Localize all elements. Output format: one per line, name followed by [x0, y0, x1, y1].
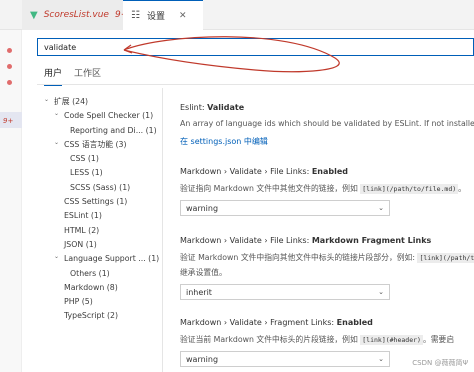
description-text: 验证当前 Markdown 文件中标头的片段链接，例如 — [180, 335, 361, 344]
setting-markdown-fragment-links: Markdown › Validate › File Links: Markdo… — [180, 236, 474, 300]
setting-category: Markdown › Validate › File Links: — [180, 236, 312, 245]
modified-dot-icon — [7, 80, 12, 85]
tab-settings[interactable]: ☷ 设置 ✕ — [123, 0, 203, 30]
toc-item[interactable]: Markdown (8) — [40, 281, 160, 295]
toc-item[interactable]: ESLint (1) — [40, 209, 160, 223]
fragment-links-select[interactable]: inherit ⌄ — [180, 284, 390, 300]
toc-item[interactable]: PHP (5) — [40, 295, 160, 309]
settings-search-box[interactable] — [37, 38, 474, 56]
toc-item[interactable]: ⌄ Language Support ... (1) — [40, 252, 160, 266]
toc-item-label: Others (1) — [70, 268, 110, 278]
select-value: warning — [186, 354, 219, 364]
setting-description: 验证当前 Markdown 文件中标头的片段链接，例如 [link](#head… — [180, 334, 454, 345]
description-text: 。 — [458, 184, 466, 193]
chevron-down-icon[interactable]: ⌄ — [54, 107, 59, 121]
setting-category: Markdown › Validate › Fragment Links: — [180, 318, 337, 327]
toc-item[interactable]: TypeScript (2) — [40, 309, 160, 323]
setting-description: 验证指向 Markdown 文件中其他文件的链接，例如 [link](/path… — [180, 183, 466, 194]
chevron-down-icon: ⌄ — [378, 355, 384, 363]
modified-dot-icon — [7, 64, 12, 69]
setting-title: Eslint: Validate — [180, 103, 474, 112]
fragment-links-enabled-select[interactable]: warning ⌄ — [180, 351, 390, 367]
setting-description: 验证 Markdown 文件中指向其他文件中标头的链接片段部分，例如: [lin… — [180, 252, 474, 263]
toc-item-label: Reporting and Di... (1) — [70, 125, 157, 135]
file-links-enabled-select[interactable]: warning ⌄ — [180, 200, 390, 216]
setting-description-line2: 继承设置值。 — [180, 268, 227, 277]
toc-item[interactable]: Others (1) — [40, 267, 160, 281]
toc-item[interactable]: ⌄ Code Spell Checker (1) — [40, 109, 160, 123]
modified-dot-icon — [7, 48, 12, 53]
close-icon[interactable]: ✕ — [179, 11, 187, 21]
toc-item-label: Markdown (8) — [64, 282, 118, 292]
toc-item-label: Code Spell Checker (1) — [64, 111, 154, 121]
divider — [37, 84, 474, 85]
description-text: 验证 Markdown 文件中指向其他文件中标头的链接片段部分，例如: — [180, 253, 418, 262]
toc-item-label: PHP (5) — [64, 297, 93, 307]
toc-item-label: Language Support ... (1) — [64, 254, 160, 264]
tab-scoreslist-vue[interactable]: ▼ ScoresList.vue 9+ — [22, 0, 128, 30]
settings-icon: ☷ — [131, 10, 140, 21]
problems-badge: 9+ — [3, 117, 14, 125]
description-text: 。需要启 — [422, 335, 455, 344]
setting-category: Markdown › Validate › File Links: — [180, 167, 312, 176]
chevron-down-icon[interactable]: ⌄ — [44, 93, 49, 107]
select-value: inherit — [186, 287, 212, 297]
toc-item-label: CSS 语言功能 (3) — [64, 139, 127, 149]
toc-item[interactable]: LESS (1) — [40, 166, 160, 180]
chevron-down-icon[interactable]: ⌄ — [54, 136, 59, 150]
tab-user[interactable]: 用户 — [44, 66, 63, 86]
toc-item-label: CSS (1) — [70, 154, 99, 164]
setting-title: Markdown › Validate › File Links: Enable… — [180, 167, 466, 176]
toc-item[interactable]: HTML (2) — [40, 224, 160, 238]
description-text: 验证指向 Markdown 文件中其他文件的链接，例如 — [180, 184, 361, 193]
toc-item[interactable]: CSS Settings (1) — [40, 195, 160, 209]
select-value: warning — [186, 203, 219, 213]
toc-item[interactable]: ⌄ CSS 语言功能 (3) — [40, 138, 160, 152]
toc-item-label: CSS Settings (1) — [64, 197, 128, 207]
chevron-down-icon[interactable]: ⌄ — [54, 250, 59, 264]
toc-item-label: SCSS (Sass) (1) — [70, 182, 131, 192]
toc-item-label: ESLint (1) — [64, 211, 102, 221]
setting-description: An array of language ids which should be… — [180, 119, 474, 128]
code-snippet: [link](/path/to — [417, 253, 474, 263]
toc-item-label: HTML (2) — [64, 225, 100, 235]
explorer-edge: 9+ — [0, 30, 22, 372]
setting-eslint-validate: Eslint: Validate An array of language id… — [180, 103, 474, 147]
editor-tab-bar: ▼ ScoresList.vue 9+ ☷ 设置 ✕ — [0, 0, 474, 30]
setting-title: Markdown › Validate › File Links: Markdo… — [180, 236, 474, 245]
tab-label: 设置 — [146, 12, 165, 22]
watermark: CSDN @薇薇简Ψ — [412, 359, 468, 367]
setting-markdown-file-links: Markdown › Validate › File Links: Enable… — [180, 167, 466, 216]
setting-name: Enabled — [311, 167, 349, 176]
code-snippet: [link](#header) — [360, 335, 423, 345]
code-snippet: [link](/path/to/file.md) — [360, 184, 459, 194]
toc-item-label: LESS (1) — [70, 168, 103, 178]
setting-title: Markdown › Validate › Fragment Links: En… — [180, 318, 454, 327]
vue-file-icon: ▼ — [30, 9, 38, 21]
toc-item[interactable]: SCSS (Sass) (1) — [40, 181, 160, 195]
setting-category: Eslint: — [180, 103, 208, 112]
tab-workspace[interactable]: 工作区 — [74, 66, 101, 86]
settings-search-input[interactable] — [38, 39, 473, 55]
settings-toc-tree: ⌄ 扩展 (24) ⌄ Code Spell Checker (1) Reporting… — [40, 95, 160, 324]
setting-name: Markdown Fragment Links — [311, 236, 432, 245]
chevron-down-icon: ⌄ — [378, 288, 384, 296]
setting-name: Enabled — [336, 318, 373, 327]
toc-item[interactable]: CSS (1) — [40, 152, 160, 166]
setting-name: Validate — [207, 103, 245, 112]
chevron-down-icon: ⌄ — [378, 204, 384, 212]
split-sash[interactable] — [162, 88, 163, 372]
edit-in-settings-json-link[interactable]: 在 settings.json 中编辑 — [180, 136, 474, 147]
tab-label: ScoresList.vue — [43, 10, 109, 20]
toc-item-label: JSON (1) — [64, 239, 97, 249]
toc-item-label: TypeScript (2) — [64, 311, 119, 321]
toc-item-label: 扩展 (24) — [54, 97, 89, 106]
settings-scope-tabs: 用户 工作区 — [44, 66, 101, 86]
